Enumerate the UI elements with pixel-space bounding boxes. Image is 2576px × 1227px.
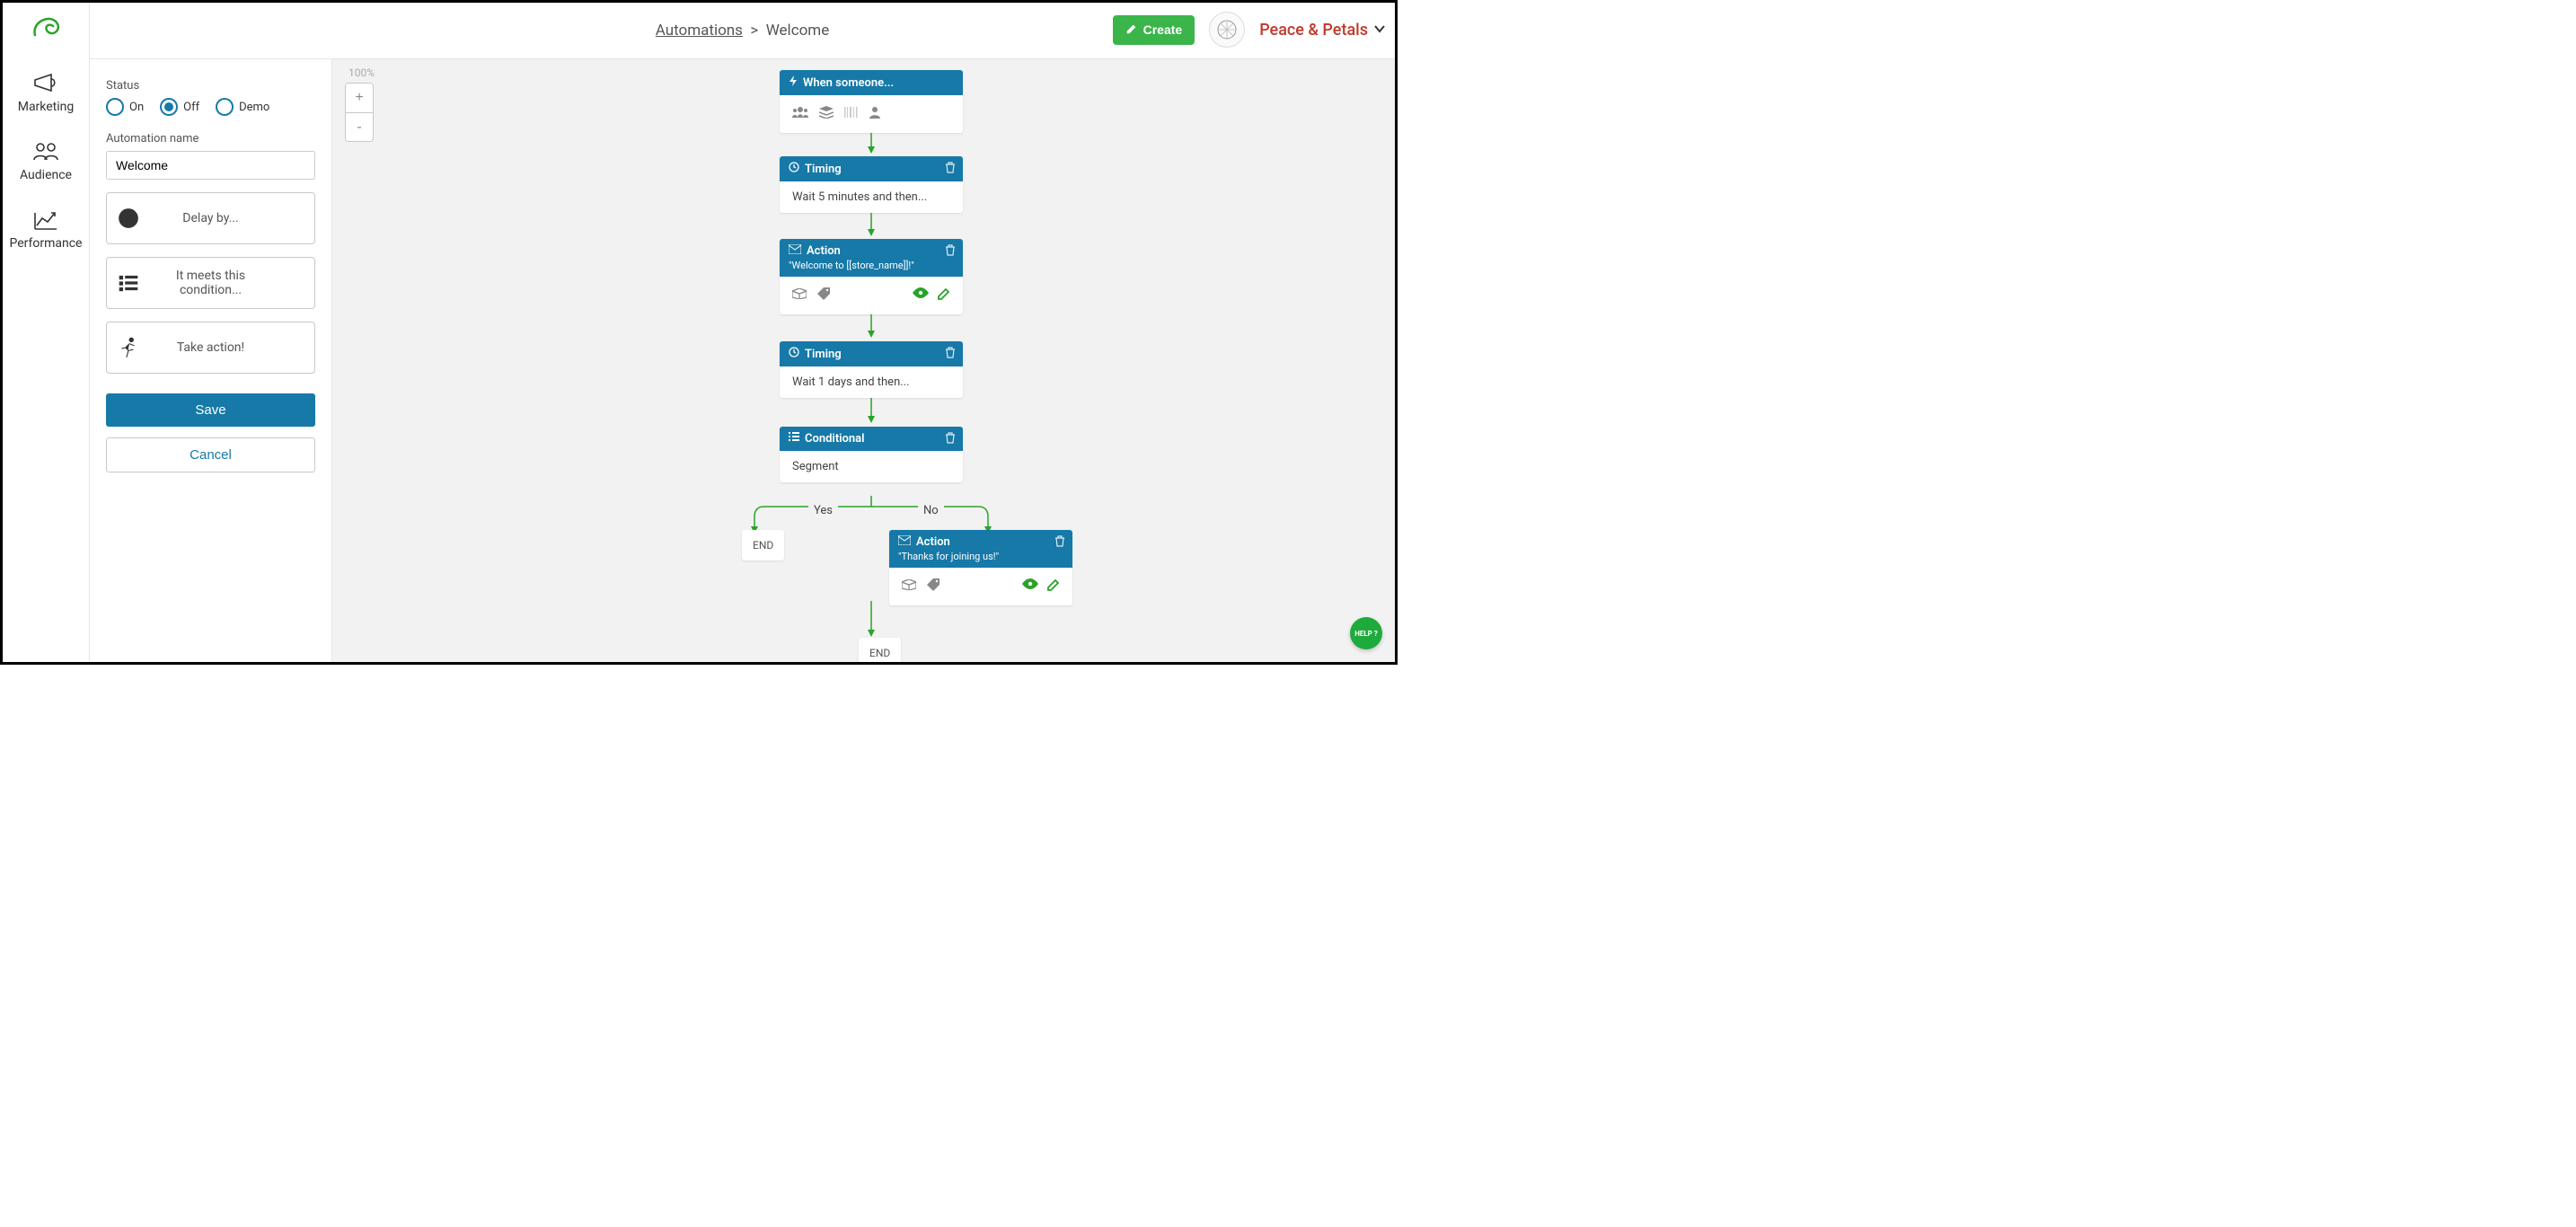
logo-icon (28, 10, 64, 46)
automation-name-input[interactable] (106, 151, 315, 180)
status-radio-on[interactable]: On (106, 98, 144, 116)
clock-icon (789, 347, 799, 361)
name-label: Automation name (106, 132, 315, 146)
edit-icon[interactable] (938, 287, 950, 304)
people-icon (792, 106, 808, 122)
edit-icon (1125, 22, 1138, 38)
node-trigger[interactable]: When someone... (780, 70, 963, 133)
status-label: Status (106, 79, 315, 93)
sidebar-panel: Status On Off Demo Automation name Delay… (90, 59, 332, 662)
node-action-1[interactable]: Action "Welcome to [[store_name]]!" (780, 239, 963, 314)
delete-icon[interactable] (1054, 535, 1065, 551)
delete-icon[interactable] (945, 432, 956, 447)
barcode-icon (844, 107, 859, 121)
branch-label-yes: Yes (808, 504, 838, 517)
zoom-in-button[interactable]: + (346, 84, 373, 112)
delete-icon[interactable] (945, 244, 956, 260)
create-button[interactable]: Create (1113, 15, 1195, 45)
node-action-2[interactable]: Action "Thanks for joining us!" (889, 530, 1072, 605)
tag-icon (927, 578, 940, 595)
delete-icon[interactable] (945, 162, 956, 177)
node-end-yes[interactable]: END (742, 530, 784, 561)
list-icon (107, 271, 150, 295)
flow-canvas[interactable]: 100% + - Yes No When someone... (332, 59, 1395, 662)
clock-icon (107, 207, 150, 230)
clock-icon (789, 162, 799, 176)
status-radio-off[interactable]: Off (160, 98, 199, 116)
top-right-controls: Create Peace & Petals (1113, 12, 1386, 48)
add-delay-button[interactable]: Delay by... (106, 192, 315, 244)
nav-item-performance[interactable]: Performance (3, 200, 89, 258)
breadcrumb: Automations > Welcome (656, 22, 829, 40)
zoom-out-button[interactable]: - (346, 112, 373, 141)
box-icon (792, 288, 807, 303)
save-button[interactable]: Save (106, 393, 315, 427)
envelope-icon (898, 535, 911, 549)
layers-icon (819, 106, 834, 122)
nav-label: Marketing (18, 100, 75, 114)
breadcrumb-current: Welcome (766, 22, 830, 40)
zoom-percent: 100% (348, 66, 375, 79)
top-bar: Automations > Welcome Create Peace & Pet… (90, 3, 1395, 59)
edit-icon[interactable] (1047, 578, 1060, 595)
envelope-icon (789, 244, 801, 258)
zoom-controls: + - (345, 83, 374, 142)
node-timing-2[interactable]: Timing Wait 1 days and then... (780, 341, 963, 398)
cancel-button[interactable]: Cancel (106, 437, 315, 472)
preview-icon[interactable] (913, 287, 929, 304)
node-end-no[interactable]: END (859, 638, 901, 662)
left-nav: Marketing Audience Performance (3, 3, 90, 662)
status-radio-demo[interactable]: Demo (216, 98, 269, 116)
chevron-down-icon (1373, 21, 1386, 40)
box-icon (902, 579, 916, 594)
nav-item-marketing[interactable]: Marketing (3, 64, 89, 121)
node-timing-1[interactable]: Timing Wait 5 minutes and then... (780, 156, 963, 213)
avatar[interactable] (1209, 12, 1245, 48)
brand-dropdown[interactable]: Peace & Petals (1259, 21, 1386, 40)
list-icon (789, 432, 799, 446)
nav-label: Audience (20, 168, 72, 182)
branch-label-no: No (918, 504, 944, 517)
add-action-button[interactable]: Take action! (106, 322, 315, 374)
person-icon (869, 106, 880, 122)
add-condition-button[interactable]: It meets this condition... (106, 257, 315, 309)
preview-icon[interactable] (1022, 578, 1038, 595)
status-radio-group: On Off Demo (106, 98, 315, 116)
nav-item-audience[interactable]: Audience (3, 132, 89, 190)
breadcrumb-parent[interactable]: Automations (656, 22, 743, 40)
delete-icon[interactable] (945, 347, 956, 362)
nav-label: Performance (10, 236, 83, 251)
bolt-icon (789, 75, 798, 90)
tag-icon (817, 287, 830, 304)
help-button[interactable]: HELP ? (1350, 617, 1382, 649)
running-icon (107, 336, 150, 359)
node-conditional[interactable]: Conditional Segment (780, 427, 963, 482)
